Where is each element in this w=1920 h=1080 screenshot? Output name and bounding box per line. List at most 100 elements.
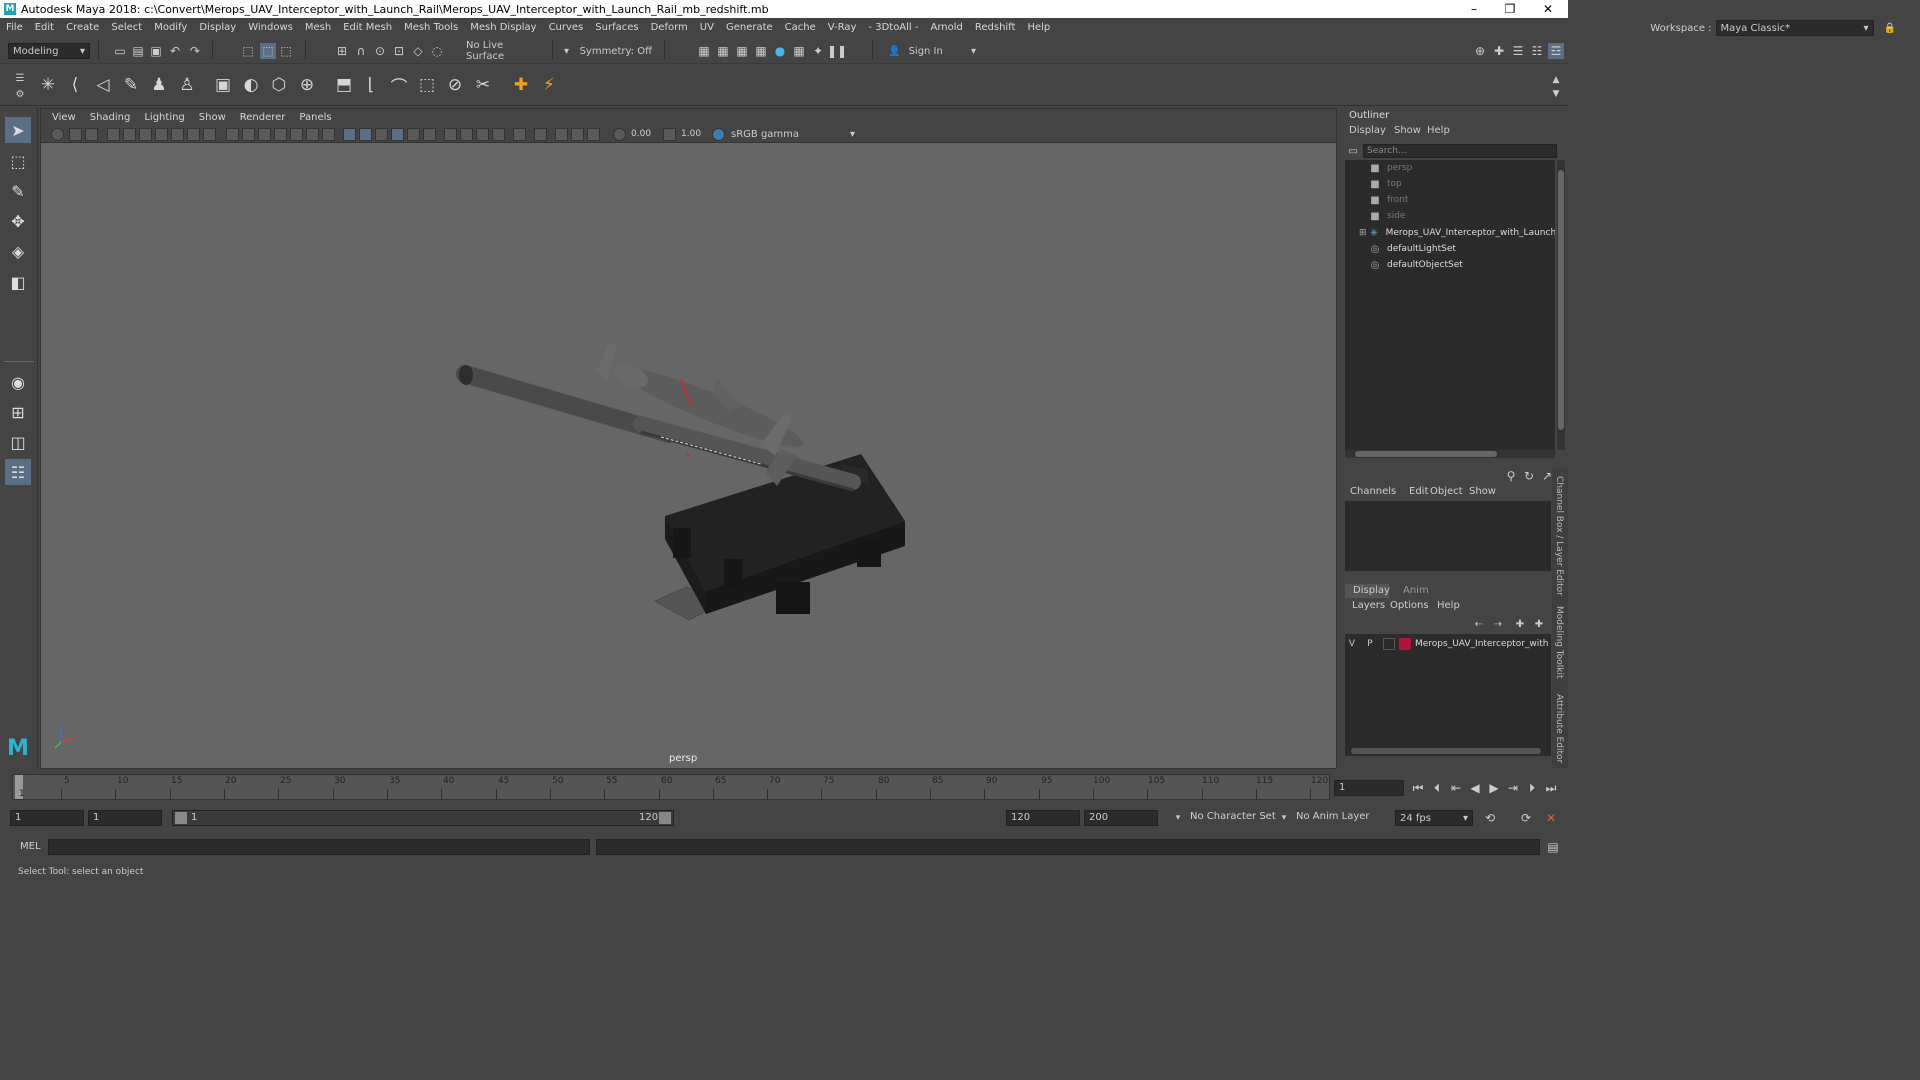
wireframe-on-shaded-icon[interactable]: [322, 128, 335, 141]
tab-channel-box-layer-editor[interactable]: Channel Box / Layer Editor: [1554, 476, 1564, 596]
attribute-editor-toggle-icon[interactable]: ☰: [1510, 43, 1526, 59]
render-settings-icon[interactable]: ▦: [753, 43, 769, 59]
vp-menu-lighting[interactable]: Lighting: [137, 112, 191, 123]
go-to-start-icon[interactable]: ⏮: [1410, 780, 1426, 796]
menu-mesh-display[interactable]: Mesh Display: [464, 22, 542, 33]
menu-generate[interactable]: Generate: [720, 22, 779, 33]
snap-view-icon[interactable]: ⊡: [391, 43, 407, 59]
poly-cylinder-icon[interactable]: ⬡: [268, 74, 290, 96]
modeling-toolkit-toggle-icon[interactable]: ⊕: [1472, 43, 1488, 59]
outliner-item-side[interactable]: ■ side: [1345, 208, 1555, 224]
loop-icon[interactable]: ⟲: [1482, 810, 1498, 826]
xray-components-icon[interactable]: [534, 128, 547, 141]
outliner-item-persp[interactable]: ■ persp: [1345, 160, 1555, 176]
range-start-handle[interactable]: [175, 812, 187, 824]
select-object-icon[interactable]: ⬚: [260, 43, 276, 59]
snap-vertex-icon[interactable]: ◌: [429, 43, 445, 59]
menu-redshift[interactable]: Redshift: [969, 22, 1022, 33]
camera-select-icon[interactable]: [51, 128, 64, 141]
cb-menu-channels[interactable]: Channels: [1350, 486, 1396, 497]
vp-menu-view[interactable]: View: [45, 112, 83, 123]
character-set-label[interactable]: No Character Set: [1190, 811, 1276, 822]
exposure-field[interactable]: 0.00: [631, 127, 657, 141]
select-hierarchy-icon[interactable]: ⬚: [240, 43, 256, 59]
xray-icon[interactable]: [492, 128, 505, 141]
paint-select-icon[interactable]: ✎: [5, 178, 31, 204]
safe-title-icon[interactable]: [274, 128, 287, 141]
go-to-end-icon[interactable]: ⏭: [1543, 780, 1559, 796]
cb-menu-show[interactable]: Show: [1469, 486, 1496, 497]
outliner-menu-display[interactable]: Display: [1349, 125, 1386, 136]
mode-dropdown[interactable]: Modeling ▾: [8, 43, 90, 59]
outliner-vertical-scrollbar[interactable]: [1557, 160, 1565, 450]
menu-create[interactable]: Create: [60, 22, 105, 33]
layer-scrollbar[interactable]: [1351, 748, 1541, 754]
hypershade-icon[interactable]: ●: [772, 43, 788, 59]
menu-windows[interactable]: Windows: [242, 22, 299, 33]
poly-sphere-icon[interactable]: ◐: [240, 74, 262, 96]
rotate-tool-icon[interactable]: ◈: [5, 238, 31, 264]
bezier-curve-icon[interactable]: ◁: [92, 74, 114, 96]
poly-plane-icon[interactable]: ⊕: [296, 74, 318, 96]
menu-3dtoall[interactable]: - 3DtoAll -: [862, 22, 924, 33]
step-forward-frame-icon[interactable]: ⏵: [1524, 780, 1540, 796]
pause-render-icon[interactable]: ❚❚: [827, 43, 847, 59]
bridge-icon[interactable]: ⌒: [388, 74, 410, 98]
color-management-icon[interactable]: [712, 128, 725, 141]
menu-edit-mesh[interactable]: Edit Mesh: [337, 22, 398, 33]
field-chart-icon[interactable]: [242, 128, 255, 141]
snap-surface-icon[interactable]: ◇: [410, 43, 426, 59]
outliner-menu-show[interactable]: Show: [1394, 125, 1421, 136]
render-frame-icon[interactable]: ▦: [696, 43, 712, 59]
layer-playback-toggle[interactable]: P: [1363, 639, 1377, 649]
menu-vray[interactable]: V-Ray: [822, 22, 863, 33]
bookmark-icon[interactable]: [107, 128, 120, 141]
use-default-material-icon[interactable]: [343, 128, 356, 141]
le-menu-help[interactable]: Help: [1437, 600, 1460, 611]
scale-tool-icon[interactable]: ◧: [5, 269, 31, 295]
layer-row[interactable]: V P Merops_UAV_Interceptor_with: [1345, 636, 1551, 652]
layer-type-toggle[interactable]: [1383, 638, 1395, 650]
pencil-curve-icon[interactable]: ✎: [120, 74, 142, 96]
symmetry-dropdown[interactable]: ▾ Symmetry: Off: [560, 43, 656, 59]
menu-file[interactable]: File: [0, 22, 29, 33]
camera-lock-icon[interactable]: [69, 128, 82, 141]
range-bar[interactable]: 1 120: [172, 810, 674, 826]
isolate-select-icon[interactable]: [476, 128, 489, 141]
outliner-layout-icon[interactable]: ☷: [5, 459, 31, 485]
outliner-filter-icon[interactable]: ▭: [1345, 143, 1361, 159]
target-weld-icon[interactable]: ✚: [510, 74, 532, 96]
menu-arnold[interactable]: Arnold: [925, 22, 969, 33]
new-layer-selected-icon[interactable]: ✚: [1531, 616, 1547, 632]
tab-attribute-editor[interactable]: Attribute Editor: [1554, 694, 1564, 763]
grease-pencil-icon[interactable]: [155, 128, 168, 141]
sign-in-button[interactable]: 👤 Sign In ▾: [884, 43, 980, 59]
select-component-icon[interactable]: ⬚: [278, 43, 294, 59]
step-back-key-icon[interactable]: ⇤: [1448, 780, 1464, 796]
playback-end-field[interactable]: 120: [1006, 810, 1080, 826]
ambient-occlusion-icon[interactable]: [407, 128, 420, 141]
outliner-item-front[interactable]: ■ front: [1345, 192, 1555, 208]
gamma-field[interactable]: 1.00: [681, 127, 707, 141]
shadows-icon[interactable]: [391, 128, 404, 141]
play-backwards-icon[interactable]: ◀: [1467, 780, 1483, 796]
backface-icon[interactable]: [555, 128, 568, 141]
menu-mesh-tools[interactable]: Mesh Tools: [398, 22, 464, 33]
fps-dropdown[interactable]: 24 fps ▾: [1395, 810, 1473, 826]
undo-icon[interactable]: ↶: [167, 43, 183, 59]
move-layer-down-icon[interactable]: ⇢: [1490, 616, 1506, 632]
outliner-item-default-light-set[interactable]: ◎ defaultLightSet: [1345, 241, 1555, 257]
animation-end-field[interactable]: 200: [1084, 810, 1158, 826]
anim-layer-menu-icon[interactable]: ▾: [1276, 810, 1292, 826]
outliner-item-top[interactable]: ■ top: [1345, 176, 1555, 192]
menu-curves[interactable]: Curves: [543, 22, 590, 33]
lock-icon[interactable]: 🔒: [1884, 23, 1896, 34]
layer-visibility-toggle[interactable]: V: [1345, 639, 1359, 649]
insert-edge-loop-icon[interactable]: ⊘: [444, 74, 466, 96]
shelf-scroll-down-icon[interactable]: ▼: [1548, 86, 1564, 102]
script-language-toggle[interactable]: MEL: [20, 841, 41, 852]
lasso-tool-icon[interactable]: ⬚: [5, 148, 31, 174]
step-forward-key-icon[interactable]: ⇥: [1505, 780, 1521, 796]
shelf-settings-icon[interactable]: ⚙: [12, 86, 28, 102]
layer-color-swatch[interactable]: [1399, 638, 1411, 650]
